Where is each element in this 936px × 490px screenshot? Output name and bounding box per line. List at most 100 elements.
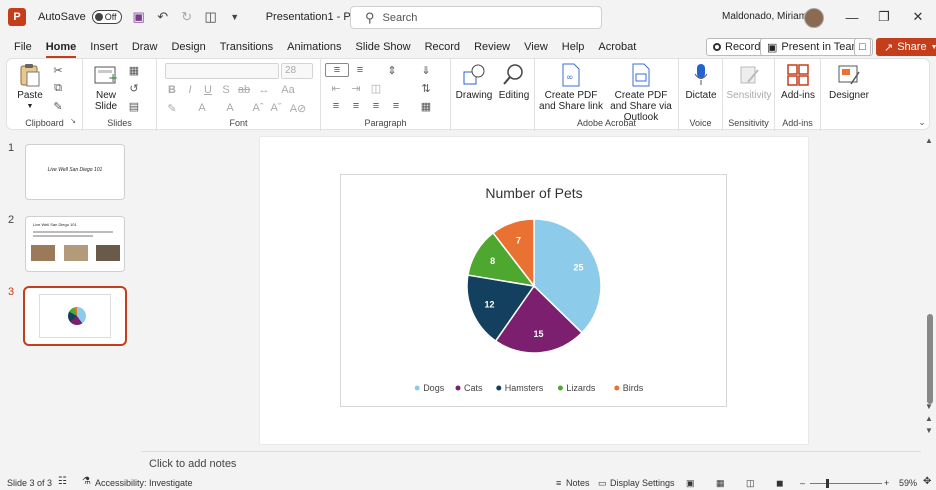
accessibility-status[interactable]: Accessibility: Investigate xyxy=(95,478,193,488)
notes-button[interactable]: Notes xyxy=(566,478,590,488)
reset-icon[interactable]: ↺ xyxy=(127,81,141,95)
tab-animations[interactable]: Animations xyxy=(280,36,348,58)
cut-icon[interactable]: ✂ xyxy=(51,63,65,77)
strikethrough-icon[interactable]: ab xyxy=(237,83,251,97)
bold-icon[interactable]: B xyxy=(165,83,179,97)
align-text-icon[interactable]: ⇅ xyxy=(419,81,433,95)
notes-icon[interactable]: ≡ xyxy=(556,478,561,488)
vertical-scrollbar[interactable]: ▲ ▼ ▲ ▼ xyxy=(924,134,936,476)
italic-icon[interactable]: I xyxy=(183,83,197,97)
accessibility-icon[interactable]: ⚗ xyxy=(82,476,91,487)
slide-sorter-icon[interactable]: ▦ xyxy=(716,478,725,489)
new-slide-button[interactable]: + New Slide xyxy=(89,63,123,112)
avatar[interactable] xyxy=(804,8,824,28)
create-pdf-share-link-button[interactable]: ∞ Create PDF and Share link xyxy=(539,63,603,112)
tab-draw[interactable]: Draw xyxy=(125,36,165,58)
scroll-down-icon[interactable]: ▼ xyxy=(925,402,933,411)
align-right-icon[interactable]: ≡ xyxy=(369,99,383,113)
record-button[interactable]: Record xyxy=(706,38,768,56)
tab-view[interactable]: View xyxy=(517,36,555,58)
decrease-indent-icon[interactable]: ⇤ xyxy=(329,81,343,95)
justify-icon[interactable]: ≡ xyxy=(389,99,403,113)
increase-indent-icon[interactable]: ⇥ xyxy=(349,81,363,95)
share-button[interactable]: ↗ Share ▼ xyxy=(876,38,936,56)
search-box[interactable]: ⚲ Search xyxy=(350,6,602,29)
scroll-up-icon[interactable]: ▲ xyxy=(925,136,933,145)
line-spacing-icon[interactable]: ⇕ xyxy=(385,63,399,77)
tab-record[interactable]: Record xyxy=(418,36,467,58)
present-from-beginning-icon[interactable]: ◫ xyxy=(204,9,218,24)
slide-thumbnail-3[interactable] xyxy=(23,286,127,346)
restore-icon[interactable]: ❐ xyxy=(876,9,892,25)
tab-review[interactable]: Review xyxy=(467,36,517,58)
increase-font-icon[interactable]: Aˆ xyxy=(251,101,265,115)
format-painter-icon[interactable]: ✎ xyxy=(51,99,65,113)
underline-icon[interactable]: U xyxy=(201,83,215,97)
designer-button[interactable]: Designer xyxy=(825,63,873,101)
close-icon[interactable]: ✕ xyxy=(910,9,926,25)
slideshow-view-icon[interactable]: ◼ xyxy=(776,478,783,489)
align-center-icon[interactable]: ≡ xyxy=(349,99,363,113)
change-case-icon[interactable]: Aa xyxy=(281,83,295,97)
previous-slide-icon[interactable]: ▲ xyxy=(925,414,933,423)
numbering-icon[interactable]: ≡ xyxy=(353,63,367,77)
font-color-icon[interactable]: A xyxy=(195,101,209,115)
collapse-ribbon-icon[interactable]: ⌄ xyxy=(915,115,929,129)
columns-icon[interactable]: ◫ xyxy=(369,81,383,95)
copy-icon[interactable]: ⧉ xyxy=(51,81,65,95)
bullets-icon[interactable]: ≡ xyxy=(325,63,349,77)
minimize-icon[interactable]: — xyxy=(844,9,860,25)
paste-button[interactable]: Paste ▼ xyxy=(13,63,47,112)
dialog-launcher-icon[interactable]: ↘ xyxy=(66,114,80,128)
fit-to-window-icon[interactable]: ✥ xyxy=(923,476,931,487)
redo-icon[interactable]: ↻ xyxy=(180,9,194,24)
dictate-button[interactable]: Dictate xyxy=(681,63,721,101)
slide-thumbnail-2[interactable]: Live Well San Diego 101 xyxy=(25,216,125,272)
notes-pane[interactable]: Click to add notes xyxy=(141,451,921,475)
tab-design[interactable]: Design xyxy=(164,36,212,58)
tab-acrobat[interactable]: Acrobat xyxy=(591,36,643,58)
next-slide-icon[interactable]: ▼ xyxy=(925,426,933,435)
smartart-icon[interactable]: ▦ xyxy=(419,99,433,113)
editing-button[interactable]: Editing xyxy=(495,63,533,101)
shadow-icon[interactable]: S xyxy=(219,83,233,97)
create-pdf-outlook-button[interactable]: Create PDF and Share via Outlook xyxy=(605,63,677,123)
chart-frame[interactable]: Number of Pets 25 15 12 8 7 Dogs Cats Hamsters… xyxy=(340,174,727,407)
display-settings-button[interactable]: Display Settings xyxy=(610,478,675,488)
display-settings-icon[interactable]: ▭ xyxy=(598,478,607,489)
layout-icon[interactable]: ▦ xyxy=(127,63,141,77)
tab-file[interactable]: File xyxy=(7,36,39,58)
undo-icon[interactable]: ↶ xyxy=(156,9,170,24)
sensitivity-button[interactable]: Sensitivity xyxy=(725,63,773,101)
tab-transitions[interactable]: Transitions xyxy=(213,36,280,58)
align-left-icon[interactable]: ≡ xyxy=(329,99,343,113)
tab-slide-show[interactable]: Slide Show xyxy=(349,36,418,58)
highlight-icon[interactable]: ✎ xyxy=(165,101,179,115)
clear-formatting-icon[interactable]: A⊘ xyxy=(290,101,307,115)
scrollbar-thumb[interactable] xyxy=(927,314,933,404)
text-effects-icon[interactable]: A xyxy=(223,101,237,115)
addins-button[interactable]: Add-ins xyxy=(777,63,819,101)
zoom-slider[interactable] xyxy=(810,483,882,484)
text-direction-icon[interactable]: ⇓ xyxy=(419,63,433,77)
character-spacing-icon[interactable]: ↔ xyxy=(257,83,271,97)
font-name-box[interactable] xyxy=(165,63,279,79)
section-icon[interactable]: ▤ xyxy=(127,99,141,113)
tab-home[interactable]: Home xyxy=(39,36,84,58)
zoom-level[interactable]: 59% xyxy=(899,478,917,488)
customize-toolbar-icon[interactable]: ▼ xyxy=(228,10,242,24)
tab-insert[interactable]: Insert xyxy=(83,36,125,58)
autosave-toggle[interactable]: Off xyxy=(91,10,122,24)
drawing-button[interactable]: Drawing xyxy=(455,63,493,101)
zoom-in-icon[interactable]: + xyxy=(884,478,889,488)
comments-button[interactable]: □ xyxy=(854,38,871,56)
normal-view-icon[interactable]: ▣ xyxy=(686,478,695,489)
reading-view-icon[interactable]: ◫ xyxy=(746,478,755,489)
zoom-slider-thumb[interactable] xyxy=(826,479,829,488)
save-icon[interactable]: ▣ xyxy=(132,9,146,24)
tab-help[interactable]: Help xyxy=(555,36,592,58)
zoom-out-icon[interactable]: – xyxy=(800,478,805,488)
slide-thumbnail-1[interactable]: Live Well San Diego 101 xyxy=(25,144,125,200)
font-size-box[interactable]: 28 xyxy=(281,63,313,79)
decrease-font-icon[interactable]: Aˇ xyxy=(269,101,283,115)
